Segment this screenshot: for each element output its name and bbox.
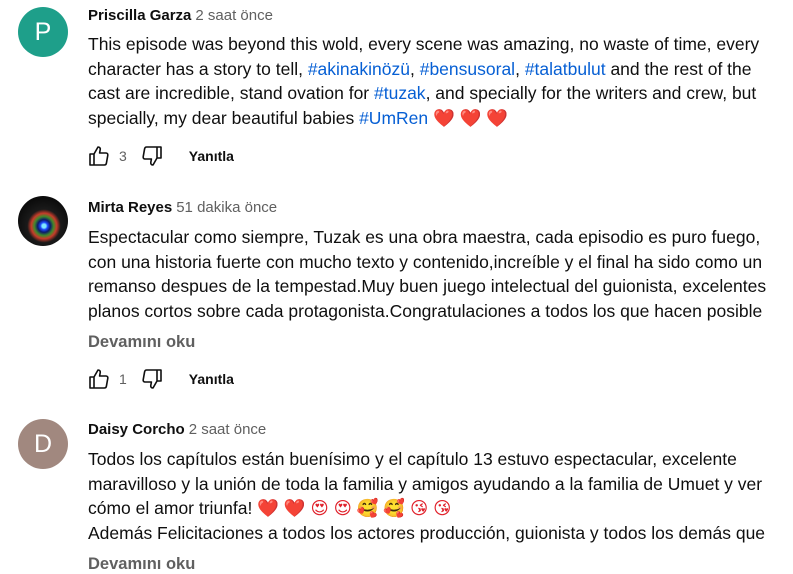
comment-actions: 3 Yanıtla bbox=[86, 143, 234, 169]
hashtag-link[interactable]: #UmRen bbox=[359, 108, 428, 128]
hashtag-link[interactable]: #tuzak bbox=[374, 83, 426, 103]
like-count: 1 bbox=[119, 371, 127, 387]
hashtag-link[interactable]: #talatbulut bbox=[525, 59, 606, 79]
comment-text-line: Todos los capítulos están buenísimo y el… bbox=[88, 447, 778, 472]
text-segment: This episode was beyond this wold, every… bbox=[88, 34, 760, 54]
text-segment: remanso despues de la tempestad.Muy buen… bbox=[88, 276, 767, 297]
comment-text-line: remanso despues de la tempestad.Muy buen… bbox=[88, 274, 778, 299]
thumbs-up-icon[interactable] bbox=[86, 366, 112, 392]
text-segment: Además Felicitaciones a todos los actore… bbox=[88, 522, 766, 543]
comment-header: Daisy Corcho 2 saat önce bbox=[88, 421, 266, 438]
text-segment: planos cortos sobre cada protagonista.Co… bbox=[88, 300, 763, 321]
text-segment: cast are incredible, stand ovation for bbox=[88, 83, 374, 104]
comment-text-line: maravilloso y la unión de toda la famili… bbox=[88, 472, 778, 497]
hashtag-link[interactable]: #bensusoral bbox=[420, 59, 515, 79]
text-segment: , bbox=[515, 58, 525, 79]
comment-actions: 1 Yanıtla bbox=[86, 366, 234, 392]
comment-text-line: specially, my dear beautiful babies #UmR… bbox=[88, 106, 778, 131]
emoji-text: ❤️ ❤️ ❤️ bbox=[428, 107, 509, 128]
avatar[interactable]: P bbox=[18, 7, 68, 57]
comment-time[interactable]: 51 dakika önce bbox=[176, 199, 277, 216]
text-segment: maravilloso y la unión de toda la famili… bbox=[88, 473, 763, 494]
text-segment: , and specially for the writers and crew… bbox=[425, 83, 757, 104]
comment-text-line: character has a story to tell, #akinakin… bbox=[88, 57, 778, 82]
comment-text-line: con una historia fuerte con mucho texto … bbox=[88, 250, 778, 275]
author-name[interactable]: Mirta Reyes bbox=[88, 199, 172, 216]
text-segment: and the rest of the bbox=[605, 58, 752, 79]
thumbs-up-icon[interactable] bbox=[86, 143, 112, 169]
comment-text-line: cast are incredible, stand ovation for #… bbox=[88, 81, 778, 106]
text-segment: con una historia fuerte con mucho texto … bbox=[88, 251, 763, 272]
text-segment: specially, my dear beautiful babies bbox=[88, 107, 360, 128]
thumbs-down-icon[interactable] bbox=[139, 143, 165, 169]
thumbs-down-icon[interactable] bbox=[139, 366, 165, 392]
text-segment: Espectacular como siempre, Tuzak es una … bbox=[88, 227, 761, 247]
comment-header: Priscilla Garza 2 saat önce bbox=[88, 7, 273, 24]
comment-time[interactable]: 2 saat önce bbox=[195, 7, 273, 24]
read-more-link[interactable]: Devamını oku bbox=[88, 333, 195, 352]
comment-header: Mirta Reyes 51 dakika önce bbox=[88, 199, 277, 216]
comment-text-line: planos cortos sobre cada protagonista.Co… bbox=[88, 299, 778, 324]
hashtag-link[interactable]: #akinakinözü bbox=[308, 59, 410, 79]
comment-text: Espectacular como siempre, Tuzak es una … bbox=[88, 225, 778, 323]
reply-button[interactable]: Yanıtla bbox=[189, 148, 234, 164]
like-count: 3 bbox=[119, 148, 127, 164]
text-segment: cómo el amor triunfa! bbox=[88, 498, 258, 519]
author-name[interactable]: Priscilla Garza bbox=[88, 7, 191, 24]
comment-time[interactable]: 2 saat önce bbox=[189, 421, 267, 438]
comment-text: Todos los capítulos están buenísimo y el… bbox=[88, 447, 778, 545]
emoji-text: ❤️ ❤️ 😍 😍 🥰 🥰 😘 😘 bbox=[257, 498, 452, 519]
text-segment: character has a story to tell, bbox=[88, 58, 308, 79]
comment-text-line: Espectacular como siempre, Tuzak es una … bbox=[88, 225, 778, 250]
avatar[interactable]: D bbox=[18, 419, 68, 469]
comment-text-line: cómo el amor triunfa! ❤️ ❤️ 😍 😍 🥰 🥰 😘 😘 bbox=[88, 496, 778, 521]
comment-text-line: Además Felicitaciones a todos los actore… bbox=[88, 521, 778, 546]
comment-text: This episode was beyond this wold, every… bbox=[88, 32, 778, 130]
reply-button[interactable]: Yanıtla bbox=[189, 371, 234, 387]
author-name[interactable]: Daisy Corcho bbox=[88, 421, 185, 438]
read-more-link[interactable]: Devamını oku bbox=[88, 555, 195, 574]
avatar[interactable] bbox=[18, 196, 68, 246]
text-segment: , bbox=[409, 58, 420, 79]
text-segment: Todos los capítulos están buenísimo y el… bbox=[88, 449, 737, 469]
comment-text-line: This episode was beyond this wold, every… bbox=[88, 32, 778, 57]
